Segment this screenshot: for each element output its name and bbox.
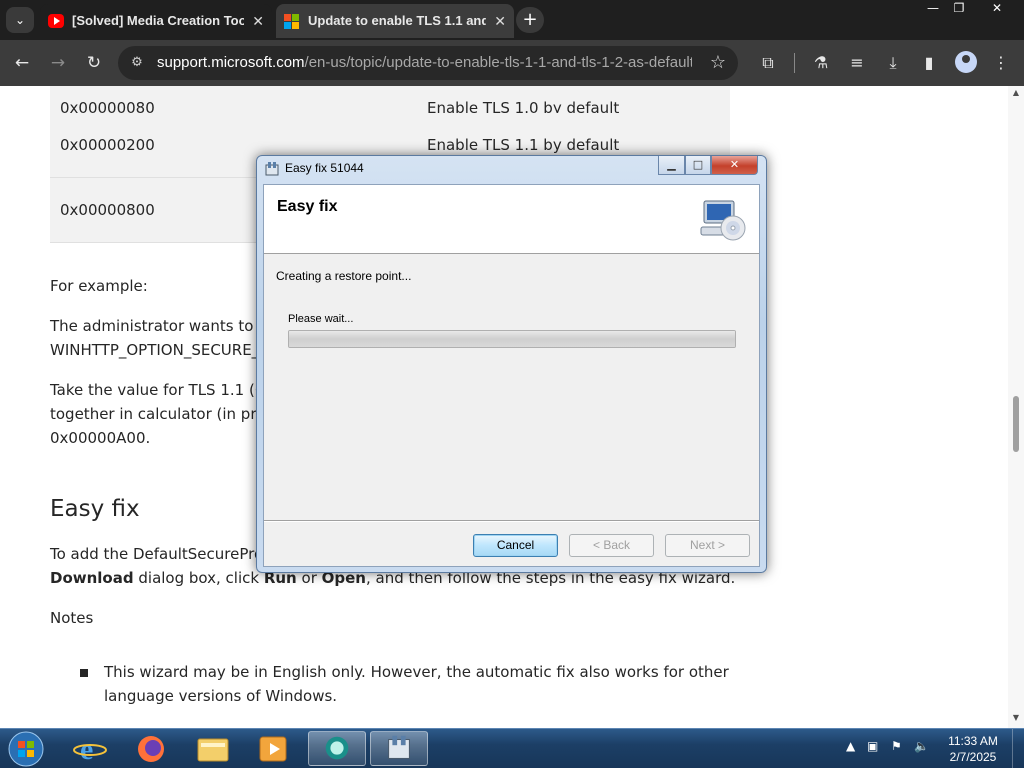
url-host: support.microsoft.com: [157, 54, 305, 71]
tab-title: Update to enable TLS 1.1 and: [308, 13, 486, 28]
new-tab-button[interactable]: +: [516, 7, 544, 33]
show-hidden-icons-icon[interactable]: ▲: [846, 739, 855, 753]
progress-fill: [289, 331, 735, 347]
for-example-text: For example:: [50, 277, 148, 295]
next-button[interactable]: Next >: [665, 534, 750, 557]
computer-cd-icon: [700, 200, 746, 241]
dialog-client-area: Easy fix Creating a restore point... Ple…: [263, 184, 760, 567]
paragraph-line: together in calculator (in prog: [50, 405, 275, 423]
tab-close-icon[interactable]: ✕: [494, 4, 506, 38]
scroll-down-icon[interactable]: ▼: [1011, 713, 1021, 722]
menu-kebab-icon[interactable]: ⋮: [990, 52, 1012, 74]
url-text[interactable]: support.microsoft.com/en-us/topic/update…: [157, 46, 692, 80]
firefox-icon[interactable]: [122, 731, 180, 766]
reload-icon[interactable]: ↻: [83, 52, 105, 74]
tab-search-button[interactable]: ⌄: [6, 7, 34, 33]
bullet-line: language versions of Windows.: [104, 687, 338, 705]
dialog-separator: [264, 520, 759, 522]
easy-fix-dialog: Easy fix 51044 ▁ □ ✕ Easy fix Creating a…: [256, 155, 767, 573]
inline-text: dialog box, click: [133, 569, 264, 587]
download-bold-text: Download: [50, 569, 134, 587]
site-settings-icon[interactable]: ⚙: [128, 54, 146, 72]
easy-fix-heading: Easy fix: [50, 496, 140, 522]
tab-update-tls[interactable]: Update to enable TLS 1.1 and ✕: [276, 4, 514, 38]
show-desktop-button[interactable]: [1012, 729, 1024, 769]
dialog-heading: Easy fix: [277, 198, 338, 215]
paragraph-line: To add the DefaultSecureProt: [50, 545, 270, 563]
dialog-close-button[interactable]: ✕: [711, 156, 758, 175]
profile-avatar-icon[interactable]: [955, 51, 977, 73]
dialog-title: Easy fix 51044: [285, 161, 364, 175]
start-button-icon[interactable]: [4, 730, 48, 768]
media-player-icon[interactable]: [244, 731, 302, 766]
labs-flask-icon[interactable]: ⚗: [810, 52, 832, 74]
clock-time: 11:33 AM: [948, 734, 998, 748]
toolbar-divider: [794, 53, 795, 73]
table-cell-value: 0x00000200: [60, 136, 155, 154]
paragraph-line: Take the value for TLS 1.1 (0x: [50, 381, 274, 399]
paragraph-line: 0x00000A00.: [50, 429, 151, 447]
installer-icon[interactable]: [370, 731, 428, 766]
clock-date: 2/7/2025: [949, 750, 997, 764]
side-panel-icon[interactable]: ▮: [918, 52, 940, 74]
bullet-line: This wizard may be in English only. Howe…: [104, 663, 729, 681]
window-restore-button[interactable]: ❐: [942, 0, 976, 18]
scroll-up-icon[interactable]: ▲: [1011, 88, 1021, 97]
tab-media-creation-tool[interactable]: [Solved] Media Creation Tool E ✕: [40, 4, 272, 38]
notes-text: Notes: [50, 609, 94, 627]
browser-tab-strip: ⌄ [Solved] Media Creation Tool E ✕ Updat…: [0, 0, 1024, 40]
bookmark-star-icon[interactable]: ☆: [710, 52, 726, 73]
address-bar[interactable]: ⚙ support.microsoft.com/en-us/topic/upda…: [118, 46, 738, 80]
network-icon[interactable]: ▣: [867, 739, 878, 753]
paragraph-line: WINHTTP_OPTION_SECURE_P: [50, 341, 269, 359]
bullet-marker: [80, 669, 88, 677]
chevron-down-icon: ⌄: [14, 13, 26, 27]
installer-app-icon: [265, 162, 279, 176]
window-close-button[interactable]: ✕: [980, 0, 1014, 18]
dialog-minimize-button[interactable]: ▁: [658, 156, 685, 175]
page-scrollbar[interactable]: ▲ ▼: [1008, 86, 1024, 728]
system-clock[interactable]: 11:33 AM 2/7/2025: [940, 733, 1006, 765]
please-wait-text: Please wait...: [288, 313, 354, 325]
url-path: /en-us/topic/update-to-enable-tls-1-1-an…: [304, 54, 692, 71]
microsoft-logo-icon: [284, 14, 300, 29]
download-icon[interactable]: ⤓: [882, 52, 904, 74]
internet-explorer-icon[interactable]: e: [62, 731, 120, 766]
svg-text:e: e: [80, 733, 93, 766]
media-control-icon[interactable]: ≡: [846, 52, 868, 74]
action-center-flag-icon[interactable]: ⚑: [891, 739, 902, 753]
back-arrow-icon[interactable]: ←: [11, 52, 33, 74]
cancel-button[interactable]: Cancel: [473, 534, 558, 557]
status-text: Creating a restore point...: [276, 269, 412, 283]
scrollbar-thumb[interactable]: [1013, 396, 1019, 452]
volume-muted-icon[interactable]: 🔈: [914, 739, 929, 753]
youtube-icon: [48, 14, 64, 28]
tab-close-icon[interactable]: ✕: [252, 4, 264, 38]
back-button[interactable]: < Back: [569, 534, 654, 557]
extensions-icon[interactable]: ⧉: [757, 52, 779, 74]
file-explorer-icon[interactable]: [184, 731, 242, 766]
forward-arrow-icon[interactable]: →: [47, 52, 69, 74]
tab-title: [Solved] Media Creation Tool E: [72, 13, 244, 28]
chat-app-icon[interactable]: [308, 731, 366, 766]
dialog-header: Easy fix: [264, 185, 759, 254]
paragraph-line: The administrator wants to ov: [50, 317, 277, 335]
dialog-maximize-button[interactable]: □: [685, 156, 711, 175]
progress-bar: [288, 330, 736, 348]
table-cell-value: 0x00000800: [60, 201, 155, 219]
browser-toolbar: ← → ↻ ⚙ support.microsoft.com/en-us/topi…: [0, 40, 1024, 86]
taskbar: e ▲ ▣ ⚑ 🔈 11:33 AM 2/7/2025: [0, 728, 1024, 769]
